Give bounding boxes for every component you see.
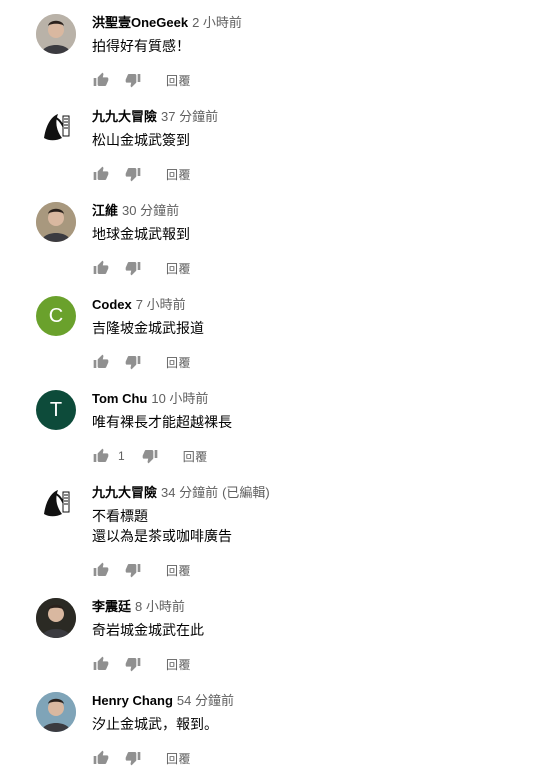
comment-actions: 回覆 bbox=[92, 256, 545, 280]
comment-text-line: 還以為是茶或咖啡廣告 bbox=[92, 528, 232, 544]
comment-text-line: 唯有裸長才能超越裸長 bbox=[92, 414, 232, 430]
comment-header: Codex 7 小時前 bbox=[92, 296, 545, 314]
avatar[interactable] bbox=[36, 14, 76, 54]
comment-text-line: 地球金城武報到 bbox=[92, 226, 190, 242]
comment-actions: 1 回覆 bbox=[92, 444, 545, 468]
avatar[interactable]: T bbox=[36, 390, 76, 430]
comment-timestamp[interactable]: 7 小時前 bbox=[136, 297, 186, 312]
comment-body: 李震廷 8 小時前奇岩城金城武在此回覆 bbox=[92, 598, 545, 676]
thumb-down-icon[interactable] bbox=[124, 71, 142, 89]
thumb-down-icon[interactable] bbox=[124, 353, 142, 371]
avatar[interactable]: C bbox=[36, 296, 76, 336]
author-name[interactable]: 九九大冒險 bbox=[92, 109, 157, 124]
author-name[interactable]: 江維 bbox=[92, 203, 118, 218]
comment-body: Tom Chu 10 小時前唯有裸長才能超越裸長 1 回覆 bbox=[92, 390, 545, 468]
comment-actions: 回覆 bbox=[92, 558, 545, 582]
comment-text-line: 不看標題 bbox=[92, 508, 148, 524]
reply-button[interactable]: 回覆 bbox=[166, 166, 191, 183]
reply-button[interactable]: 回覆 bbox=[166, 656, 191, 673]
comment-text-line: 汐止金城武，報到。 bbox=[92, 716, 218, 732]
comment-text: 奇岩城金城武在此 bbox=[92, 620, 545, 640]
comment-text: 拍得好有質感！ bbox=[92, 36, 545, 56]
reply-button[interactable]: 回覆 bbox=[166, 72, 191, 89]
thumb-up-icon[interactable] bbox=[92, 655, 110, 673]
comment-body: 九九大冒險 37 分鐘前松山金城武簽到回覆 bbox=[92, 108, 545, 186]
comment-text: 汐止金城武，報到。 bbox=[92, 714, 545, 734]
thumb-up-icon[interactable] bbox=[92, 71, 110, 89]
thumb-down-icon[interactable] bbox=[141, 447, 159, 465]
comment-body: 九九大冒險 34 分鐘前 (已編輯) 不看標題還以為是茶或咖啡廣告回覆 bbox=[92, 484, 545, 582]
thumb-up-icon[interactable] bbox=[92, 353, 110, 371]
comment-timestamp[interactable]: 37 分鐘前 bbox=[161, 109, 218, 124]
comment-text-line: 奇岩城金城武在此 bbox=[92, 622, 204, 638]
comment-header: Henry Chang 54 分鐘前 bbox=[92, 692, 545, 710]
comment-actions: 回覆 bbox=[92, 162, 545, 186]
author-name[interactable]: 洪聖壹OneGeek bbox=[92, 15, 188, 30]
comment-actions: 回覆 bbox=[92, 652, 545, 676]
comment-text-line: 拍得好有質感！ bbox=[92, 38, 190, 54]
thumb-up-icon[interactable] bbox=[92, 259, 110, 277]
comment-text: 唯有裸長才能超越裸長 bbox=[92, 412, 545, 432]
comment-header: 洪聖壹OneGeek 2 小時前 bbox=[92, 14, 545, 32]
thumb-down-icon[interactable] bbox=[124, 655, 142, 673]
thumb-down-icon[interactable] bbox=[124, 165, 142, 183]
comment-timestamp[interactable]: 2 小時前 bbox=[192, 15, 242, 30]
reply-button[interactable]: 回覆 bbox=[166, 562, 191, 579]
comment-header: 江維 30 分鐘前 bbox=[92, 202, 545, 220]
comment-body: Codex 7 小時前吉隆坡金城武报道回覆 bbox=[92, 296, 545, 374]
comment-actions: 回覆 bbox=[92, 746, 545, 770]
comment-timestamp[interactable]: 8 小時前 bbox=[135, 599, 185, 614]
comment-timestamp[interactable]: 54 分鐘前 bbox=[177, 693, 234, 708]
author-name[interactable]: Tom Chu bbox=[92, 391, 147, 406]
comments-list: 洪聖壹OneGeek 2 小時前 拍得好有質感！ 回覆 九九大冒險 37 分鐘前 松山金城武… bbox=[0, 0, 555, 780]
reply-button[interactable]: 回覆 bbox=[183, 448, 208, 465]
author-name[interactable]: 李震廷 bbox=[92, 599, 131, 614]
author-name[interactable]: 九九大冒險 bbox=[92, 485, 157, 500]
author-name[interactable]: Henry Chang bbox=[92, 693, 173, 708]
thumb-down-icon[interactable] bbox=[124, 259, 142, 277]
comment-body: 江維 30 分鐘前地球金城武報到回覆 bbox=[92, 202, 545, 280]
comment-header: 九九大冒險 37 分鐘前 bbox=[92, 108, 545, 126]
reply-button[interactable]: 回覆 bbox=[166, 260, 191, 277]
comment-header: 九九大冒險 34 分鐘前 (已編輯) bbox=[92, 484, 545, 502]
comment-timestamp[interactable]: 34 分鐘前 bbox=[161, 485, 218, 500]
avatar[interactable] bbox=[36, 692, 76, 732]
comment-text: 松山金城武簽到 bbox=[92, 130, 545, 150]
thumb-up-icon[interactable] bbox=[92, 749, 110, 767]
like-count: 1 bbox=[118, 449, 125, 463]
comment-text-line: 松山金城武簽到 bbox=[92, 132, 190, 148]
thumb-down-icon[interactable] bbox=[124, 749, 142, 767]
comment-timestamp[interactable]: 10 小時前 bbox=[151, 391, 208, 406]
thumb-up-icon[interactable] bbox=[92, 561, 110, 579]
thumb-up-icon[interactable] bbox=[92, 165, 110, 183]
reply-button[interactable]: 回覆 bbox=[166, 750, 191, 767]
comment-body: 洪聖壹OneGeek 2 小時前 拍得好有質感！ 回覆 bbox=[92, 14, 545, 92]
comment-actions: 回覆 bbox=[92, 350, 545, 374]
thumb-up-icon[interactable] bbox=[92, 447, 110, 465]
comment-header: 李震廷 8 小時前 bbox=[92, 598, 545, 616]
avatar[interactable] bbox=[36, 598, 76, 638]
comment-text: 不看標題還以為是茶或咖啡廣告 bbox=[92, 506, 545, 546]
comment-actions: 回覆 bbox=[92, 68, 545, 92]
avatar[interactable] bbox=[36, 484, 76, 524]
avatar[interactable] bbox=[36, 202, 76, 242]
edited-label: (已編輯) bbox=[222, 485, 270, 500]
comment-timestamp[interactable]: 30 分鐘前 bbox=[122, 203, 179, 218]
comment-text-line: 吉隆坡金城武报道 bbox=[92, 320, 204, 336]
avatar[interactable] bbox=[36, 108, 76, 148]
comment-header: Tom Chu 10 小時前 bbox=[92, 390, 545, 408]
comment-text: 吉隆坡金城武报道 bbox=[92, 318, 545, 338]
comment-body: Henry Chang 54 分鐘前汐止金城武，報到。回覆 bbox=[92, 692, 545, 770]
comment-text: 地球金城武報到 bbox=[92, 224, 545, 244]
author-name[interactable]: Codex bbox=[92, 297, 132, 312]
thumb-down-icon[interactable] bbox=[124, 561, 142, 579]
reply-button[interactable]: 回覆 bbox=[166, 354, 191, 371]
